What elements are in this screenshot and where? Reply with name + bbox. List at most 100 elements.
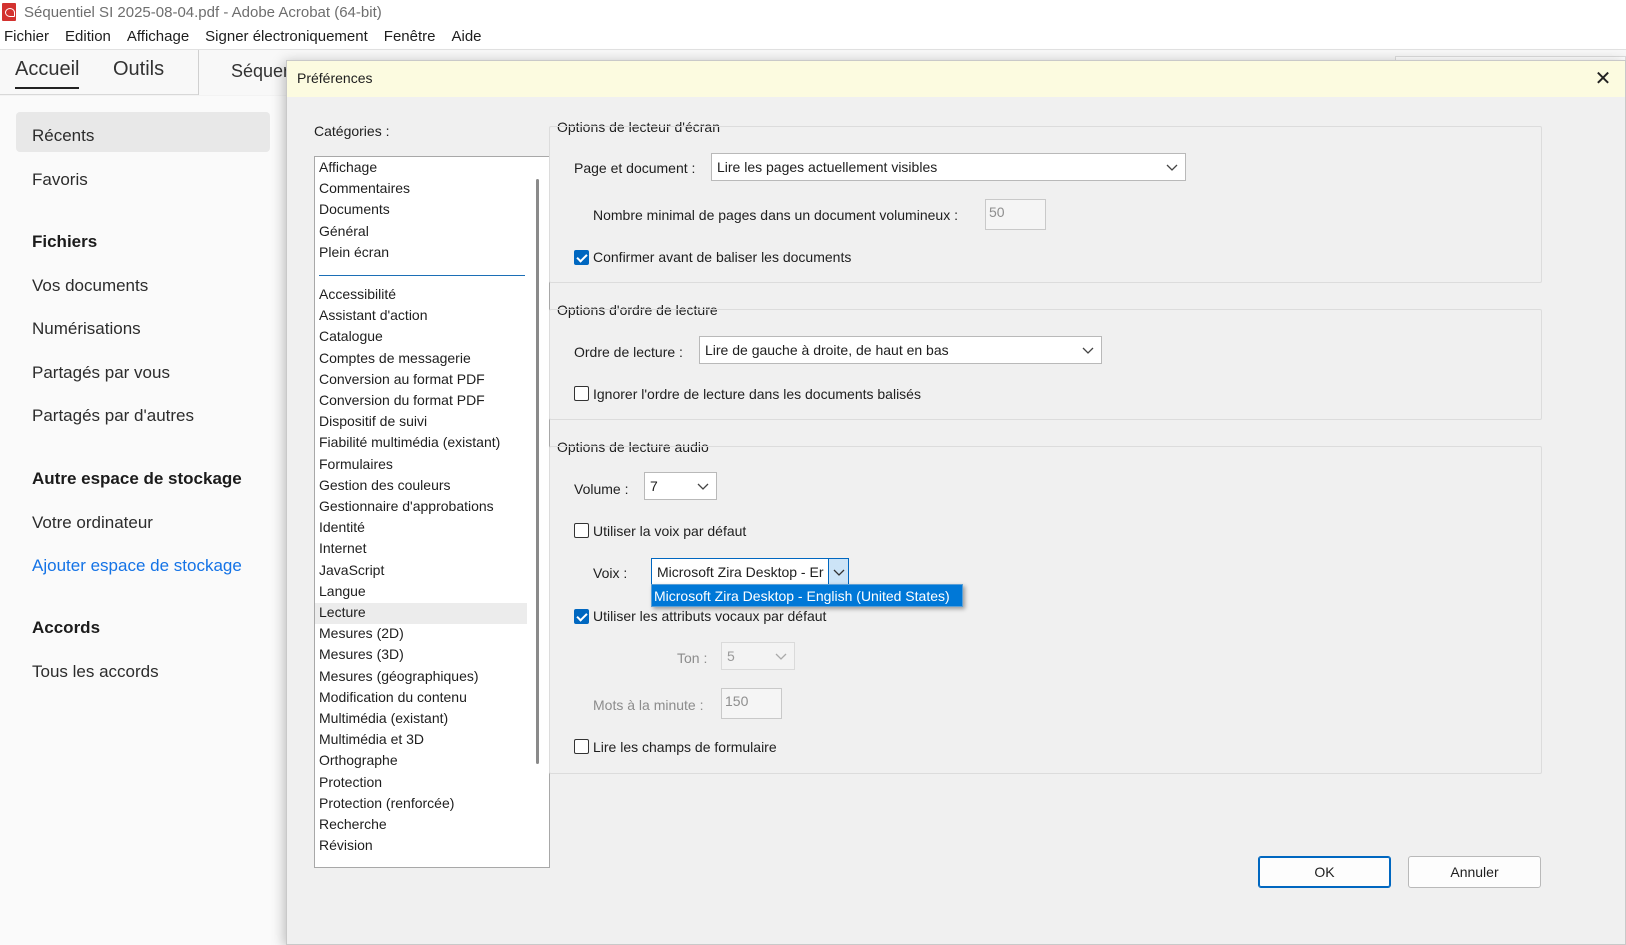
sidebar-item-favoris[interactable]: Favoris [32,170,88,190]
category-item[interactable]: Catalogue [319,328,383,344]
menu-bar: Fichier Edition Affichage Signer électro… [0,24,1626,50]
sidebar-item-partages-par-vous[interactable]: Partagés par vous [32,363,170,383]
volume-select[interactable]: 7 [644,472,717,500]
category-item[interactable]: Langue [319,583,366,599]
tab-outils[interactable]: Outils [113,58,164,81]
voice-dropdown-option[interactable]: Microsoft Zira Desktop - English (United… [651,584,963,607]
dialog-title-bar: Préférences ✕ [287,61,1625,97]
category-item[interactable]: Protection (renforcée) [319,795,454,811]
menu-fichier[interactable]: Fichier [4,28,49,45]
category-item[interactable]: Général [319,223,369,239]
sidebar-item-vos-documents[interactable]: Vos documents [32,276,148,296]
wpm-label: Mots à la minute : [593,697,704,713]
sidebar-item-tous-les-accords[interactable]: Tous les accords [32,662,159,682]
category-item[interactable]: Gestionnaire d'approbations [319,498,494,514]
wpm-field[interactable]: 150 [721,688,782,719]
cancel-button[interactable]: Annuler [1408,856,1541,888]
reading-order-select[interactable]: Lire de gauche à droite, de haut en bas [699,336,1102,364]
chevron-down-icon [1166,164,1178,171]
category-item[interactable]: Affichage [319,159,377,175]
category-item-selected[interactable]: Lecture [319,604,366,620]
menu-affichage[interactable]: Affichage [127,28,189,45]
category-item[interactable]: Formulaires [319,456,393,472]
default-attrs-label[interactable]: Utiliser les attributs vocaux par défaut [593,608,826,624]
tab-document-label: Séquen [231,61,294,81]
voice-label: Voix : [593,565,628,581]
chevron-down-icon [1082,347,1094,354]
voice-dropdown-button[interactable] [828,559,848,585]
sidebar-heading-fichiers: Fichiers [32,232,98,251]
reading-order-value: Lire de gauche à droite, de haut en bas [705,342,949,358]
sidebar-item-partages-par-autres[interactable]: Partagés par d'autres [32,406,194,426]
pitch-label: Ton : [677,650,708,666]
close-icon[interactable]: ✕ [1591,67,1615,91]
wpm-value: 150 [725,693,749,709]
sidebar-heading-accords: Accords [32,618,101,637]
category-item[interactable]: Documents [319,201,390,217]
category-item[interactable]: Internet [319,540,366,556]
pitch-value: 5 [727,648,735,664]
menu-aide[interactable]: Aide [451,28,481,45]
sidebar-item-numerisations[interactable]: Numérisations [32,319,141,339]
category-item[interactable]: Conversion au format PDF [319,371,485,387]
menu-edition[interactable]: Edition [65,28,111,45]
sidebar-item-recents-label[interactable]: Récents [32,126,94,146]
categories-scrollbar[interactable] [536,179,539,764]
category-item[interactable]: JavaScript [319,562,384,578]
acrobat-pdf-icon [2,3,16,21]
read-fields-checkbox[interactable] [574,739,589,754]
reading-order-label: Ordre de lecture : [574,344,683,360]
sidebar-item-votre-ordinateur[interactable]: Votre ordinateur [32,513,153,533]
pitch-select[interactable]: 5 [721,642,795,670]
window-title-bar: Séquentiel SI 2025-08-04.pdf - Adobe Acr… [0,0,1626,24]
category-item[interactable]: Identité [319,519,365,535]
menu-fenetre[interactable]: Fenêtre [384,28,436,45]
preferences-dialog: Préférences ✕ Catégories : Affichage Comm… [286,60,1626,945]
confirm-tag-label[interactable]: Confirmer avant de baliser les documents [593,249,851,265]
home-sidebar: Récents Favoris Fichiers Vos documents N… [0,96,290,945]
sidebar-link-ajouter-stockage[interactable]: Ajouter espace de stockage [32,556,242,576]
category-item[interactable]: Comptes de messagerie [319,350,471,366]
chevron-down-icon [775,653,787,660]
voice-select[interactable]: Microsoft Zira Desktop - Er [651,558,849,586]
min-pages-value: 50 [989,204,1005,220]
category-item[interactable]: Recherche [319,816,387,832]
page-document-value: Lire les pages actuellement visibles [717,159,938,175]
category-item[interactable]: Protection [319,774,382,790]
chevron-down-icon [697,483,709,490]
min-pages-field[interactable]: 50 [985,199,1046,230]
ignore-order-checkbox[interactable] [574,386,589,401]
menu-signer[interactable]: Signer électroniquement [205,28,368,45]
category-item[interactable]: Mesures (2D) [319,625,404,641]
ignore-order-label[interactable]: Ignorer l'ordre de lecture dans les docu… [593,386,921,402]
volume-value: 7 [650,478,658,494]
ok-button[interactable]: OK [1258,856,1391,888]
category-item[interactable]: Plein écran [319,244,389,260]
category-item[interactable]: Multimédia et 3D [319,731,424,747]
categories-list[interactable]: Affichage Commentaires Documents Général Ple… [314,156,550,868]
category-item[interactable]: Gestion des couleurs [319,477,451,493]
category-item[interactable]: Assistant d'action [319,307,428,323]
category-item[interactable]: Accessibilité [319,286,396,302]
category-item[interactable]: Révision [319,837,373,853]
category-item[interactable]: Commentaires [319,180,410,196]
min-pages-label: Nombre minimal de pages dans un document… [593,207,958,223]
tab-accueil[interactable]: Accueil [15,58,80,89]
category-item[interactable]: Fiabilité multimédia (existant) [319,434,500,450]
default-voice-label[interactable]: Utiliser la voix par défaut [593,523,746,539]
category-item[interactable]: Multimédia (existant) [319,710,448,726]
page-document-label: Page et document : [574,160,696,176]
category-item[interactable]: Modification du contenu [319,689,467,705]
default-voice-checkbox[interactable] [574,523,589,538]
category-item[interactable]: Mesures (3D) [319,646,404,662]
default-attrs-checkbox[interactable] [574,609,589,624]
page-document-select[interactable]: Lire les pages actuellement visibles [711,153,1186,181]
category-item[interactable]: Mesures (géographiques) [319,668,479,684]
category-item[interactable]: Conversion du format PDF [319,392,485,408]
window-title: Séquentiel SI 2025-08-04.pdf - Adobe Acr… [24,3,382,21]
category-item[interactable]: Dispositif de suivi [319,413,427,429]
read-fields-label[interactable]: Lire les champs de formulaire [593,739,777,755]
confirm-tag-checkbox[interactable] [574,250,589,265]
chevron-down-icon [833,569,845,576]
category-item[interactable]: Orthographe [319,752,398,768]
